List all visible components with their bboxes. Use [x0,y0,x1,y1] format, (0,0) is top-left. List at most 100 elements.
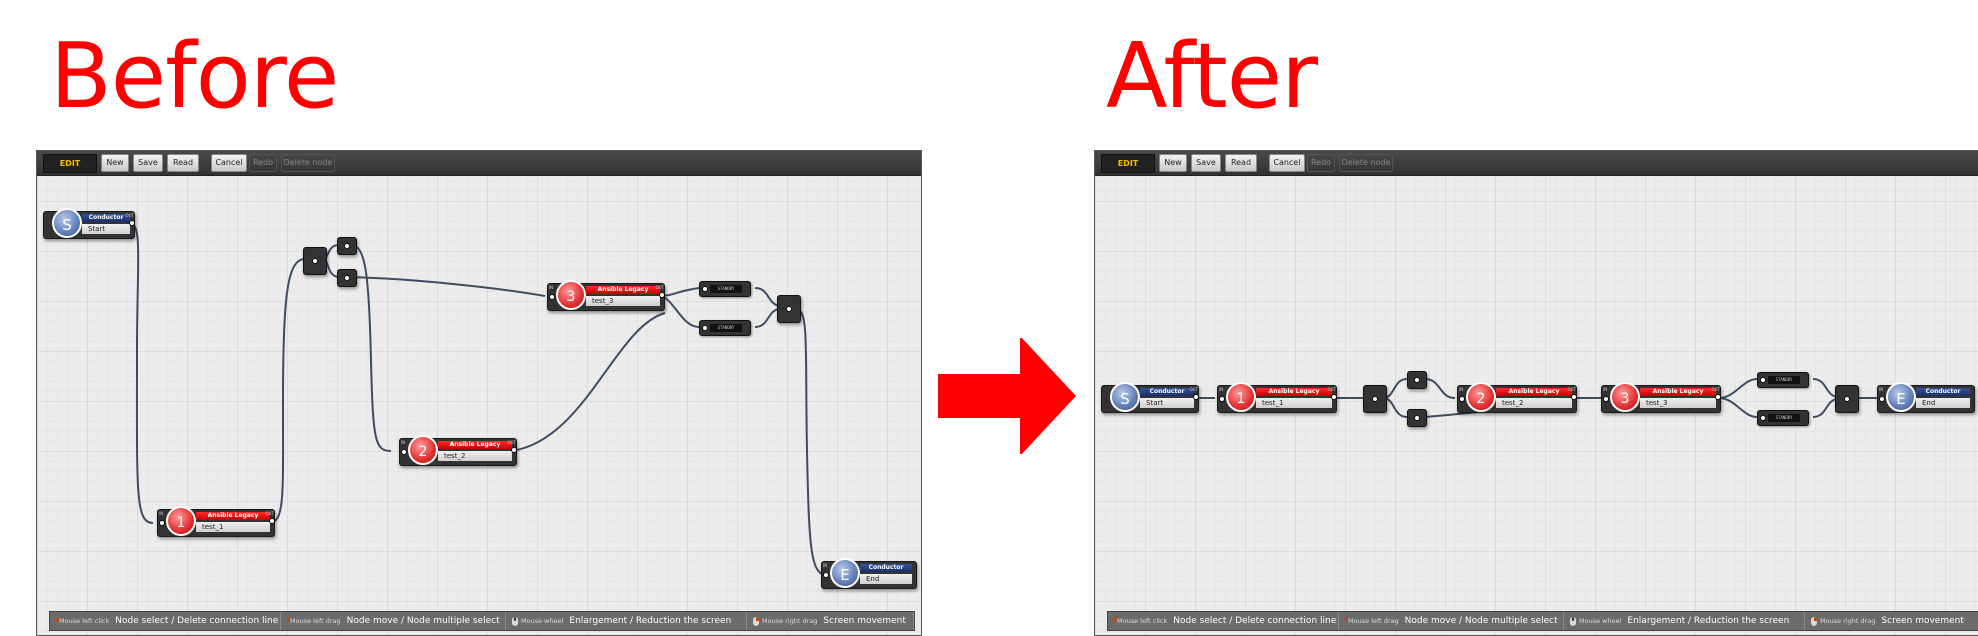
status-hint: Mouse left drag Node move / Node multiple… [281,612,506,630]
standby-node[interactable]: STANDBY [1757,372,1809,388]
in-port[interactable] [1760,377,1766,383]
end-conductor-node[interactable]: E Conductor End IN [1877,382,1975,413]
in-port[interactable] [159,520,165,526]
delete-node-button[interactable]: Delete node [281,154,335,172]
ansible-node-3[interactable]: 3 Ansible Legacy test_3 IN OUT [547,280,665,311]
in-port[interactable] [823,572,829,578]
connection-line [754,287,780,307]
standby-node[interactable]: STANDBY [1757,410,1809,426]
status-hint: Mouse left click Node select / Delete con… [1108,612,1339,630]
in-port[interactable] [312,258,318,264]
node-type-label: Conductor [1916,388,1970,396]
out-port[interactable] [344,243,350,249]
connection-lines[interactable] [37,151,921,635]
out-port[interactable] [129,220,135,226]
status-hint: Mouse wheel Enlargement / Reduction the s… [506,612,747,630]
ansible-node-3[interactable]: 3 Ansible Legacy test_3 IN OUT [1601,382,1721,413]
before-editor-canvas[interactable]: EDIT New Save Read Cancel Redo Delete no… [36,150,922,636]
out-port[interactable] [1715,394,1721,400]
branch-out-node[interactable] [1407,409,1427,427]
node-name-label: test_2 [438,451,512,461]
parallel-branch-node[interactable] [303,247,327,275]
edit-mode-badge: EDIT [1101,154,1155,173]
in-port[interactable] [1879,396,1885,402]
end-badge: E [1886,382,1916,412]
new-button[interactable]: New [1159,154,1187,172]
start-conductor-node[interactable]: S Conductor Start OUT [43,208,135,239]
node-name-label: Start [82,224,130,234]
out-port[interactable] [1844,396,1850,402]
out-port-label: OUT [125,213,134,218]
connection-line [658,287,700,297]
delete-node-button[interactable]: Delete node [1339,154,1393,172]
read-button[interactable]: Read [167,154,199,172]
in-port[interactable] [702,286,708,292]
standby-node[interactable]: STANDBY [699,320,751,336]
node-name-label: test_1 [1256,398,1332,408]
out-port-label: OUT [1711,387,1720,392]
status-hint: Mouse right drag Screen movement [1805,612,1978,630]
node-type-label: Ansible Legacy [1496,388,1572,396]
in-port[interactable] [1459,396,1465,402]
ansible-node-2[interactable]: 2 Ansible Legacy test_2 IN OUT [399,435,517,466]
connection-line [350,244,392,452]
out-port[interactable] [1414,377,1420,383]
parallel-merge-node[interactable] [777,295,801,323]
start-badge: S [1110,382,1140,412]
status-bar: Mouse left click Node select / Delete con… [49,611,915,631]
in-port-label: IN [1879,387,1884,392]
ansible-node-1[interactable]: 1 Ansible Legacy test_1 IN OUT [1217,382,1337,413]
out-port[interactable] [1571,394,1577,400]
out-port[interactable] [1414,415,1420,421]
out-port[interactable] [1193,394,1199,400]
out-port[interactable] [344,275,350,281]
in-port[interactable] [1760,415,1766,421]
in-port-label: IN [549,285,554,290]
in-port[interactable] [1372,396,1378,402]
new-button[interactable]: New [101,154,129,172]
save-button[interactable]: Save [1191,154,1221,172]
in-port-label: IN [1459,387,1464,392]
after-editor-canvas[interactable]: EDIT New Save Read Cancel Redo Delete no… [1094,150,1978,636]
redo-button[interactable]: Redo [1307,154,1335,172]
node-type-label: Conductor [82,214,130,222]
edit-mode-badge: EDIT [43,154,97,173]
connection-line [1812,378,1838,398]
ansible-node-2[interactable]: 2 Ansible Legacy test_2 IN OUT [1457,382,1577,413]
in-port[interactable] [549,294,555,300]
out-port[interactable] [269,518,275,524]
out-port[interactable] [786,306,792,312]
redo-button[interactable]: Redo [249,154,277,172]
standby-node[interactable]: STANDBY [699,281,751,297]
out-port[interactable] [1331,394,1337,400]
ansible-node-1[interactable]: 1 Ansible Legacy test_1 IN OUT [157,506,275,537]
in-port[interactable] [1603,396,1609,402]
branch-out-node[interactable] [1407,371,1427,389]
status-hint: Mouse left click Node select / Delete con… [50,612,281,630]
out-port[interactable] [511,447,517,453]
connection-line [754,308,780,328]
mouse-right-icon [753,616,759,626]
parallel-branch-node[interactable] [1363,385,1387,413]
start-conductor-node[interactable]: S Conductor Start OUT [1101,382,1199,413]
node-name-label: test_3 [1640,398,1716,408]
connection-line [1424,378,1456,399]
in-port[interactable] [401,449,407,455]
branch-out-node[interactable] [337,237,357,255]
editor-toolbar: EDIT New Save Read Cancel Redo Delete no… [1095,151,1978,176]
cancel-button[interactable]: Cancel [211,154,247,172]
end-conductor-node[interactable]: E Conductor End IN [821,558,917,589]
node-type-label: Ansible Legacy [1640,388,1716,396]
parallel-merge-node[interactable] [1835,385,1859,413]
in-port[interactable] [1219,396,1225,402]
cancel-button[interactable]: Cancel [1269,154,1305,172]
read-button[interactable]: Read [1225,154,1257,172]
out-port[interactable] [659,292,665,298]
in-port-label: IN [823,563,828,568]
mouse-right-icon [1811,616,1817,626]
branch-out-node[interactable] [337,269,357,287]
in-port[interactable] [702,325,708,331]
save-button[interactable]: Save [133,154,163,172]
node-number-badge: 3 [1610,382,1640,412]
connection-line [268,258,306,524]
